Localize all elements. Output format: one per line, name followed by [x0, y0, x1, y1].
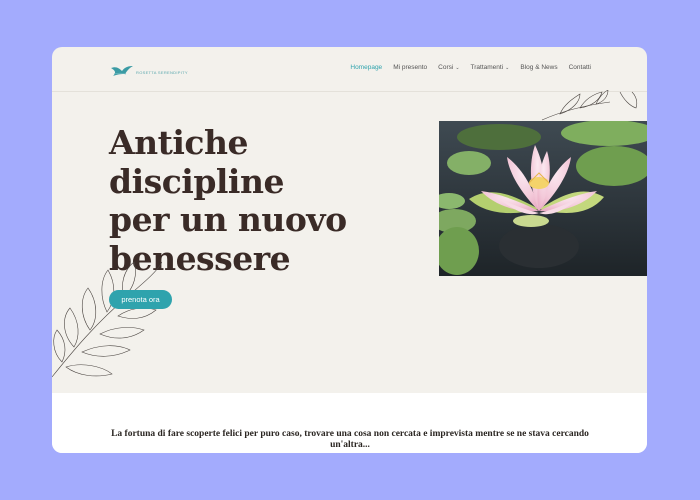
intro-quote: La fortuna di fare scoperte felici per p… — [111, 429, 589, 450]
bird-logo-icon — [111, 66, 133, 76]
nav-item-homepage[interactable]: Homepage — [350, 64, 382, 71]
chevron-down-icon: ⌄ — [455, 65, 460, 71]
browser-frame: ROSETTA SERENDIPITY Homepage Mi presento… — [52, 47, 647, 453]
nav-item-corsi[interactable]: Corsi ⌄ — [438, 64, 459, 71]
nav-item-label: Blog & News — [520, 64, 558, 71]
nav-item-trattamenti[interactable]: Trattamenti ⌄ — [471, 64, 510, 71]
nav-item-label: Homepage — [350, 64, 383, 71]
nav-item-label: Corsi — [438, 64, 454, 71]
nav-item-blog-news[interactable]: Blog & News — [520, 64, 557, 71]
hero-title-line: discipline — [109, 161, 284, 201]
hero-image-lotus — [439, 121, 647, 276]
site-header: ROSETTA SERENDIPITY Homepage Mi presento… — [52, 47, 647, 92]
nav-item-label: Contatti — [568, 64, 591, 71]
quote-section: La fortuna di fare scoperte felici per p… — [52, 393, 647, 453]
nav-item-contatti[interactable]: Contatti — [569, 64, 591, 71]
leaf-branch-decoration-icon — [52, 261, 162, 378]
lotus-flower-icon — [439, 121, 647, 276]
nav-item-label: Trattamenti — [470, 64, 504, 71]
logo-text: ROSETTA SERENDIPITY — [136, 69, 188, 75]
nav-item-mi-presento[interactable]: Mi presento — [393, 64, 427, 71]
hero-title-line: Antiche — [109, 123, 248, 162]
nav-item-label: Mi presento — [393, 64, 428, 71]
chevron-down-icon: ⌄ — [505, 65, 510, 71]
hero-title-line: per un nuovo — [109, 200, 347, 239]
main-nav: Homepage Mi presento Corsi ⌄ Trattamenti ⌄… — [350, 64, 591, 71]
book-now-button[interactable]: prenota ora — [109, 290, 172, 309]
logo[interactable]: ROSETTA SERENDIPITY — [110, 61, 188, 79]
